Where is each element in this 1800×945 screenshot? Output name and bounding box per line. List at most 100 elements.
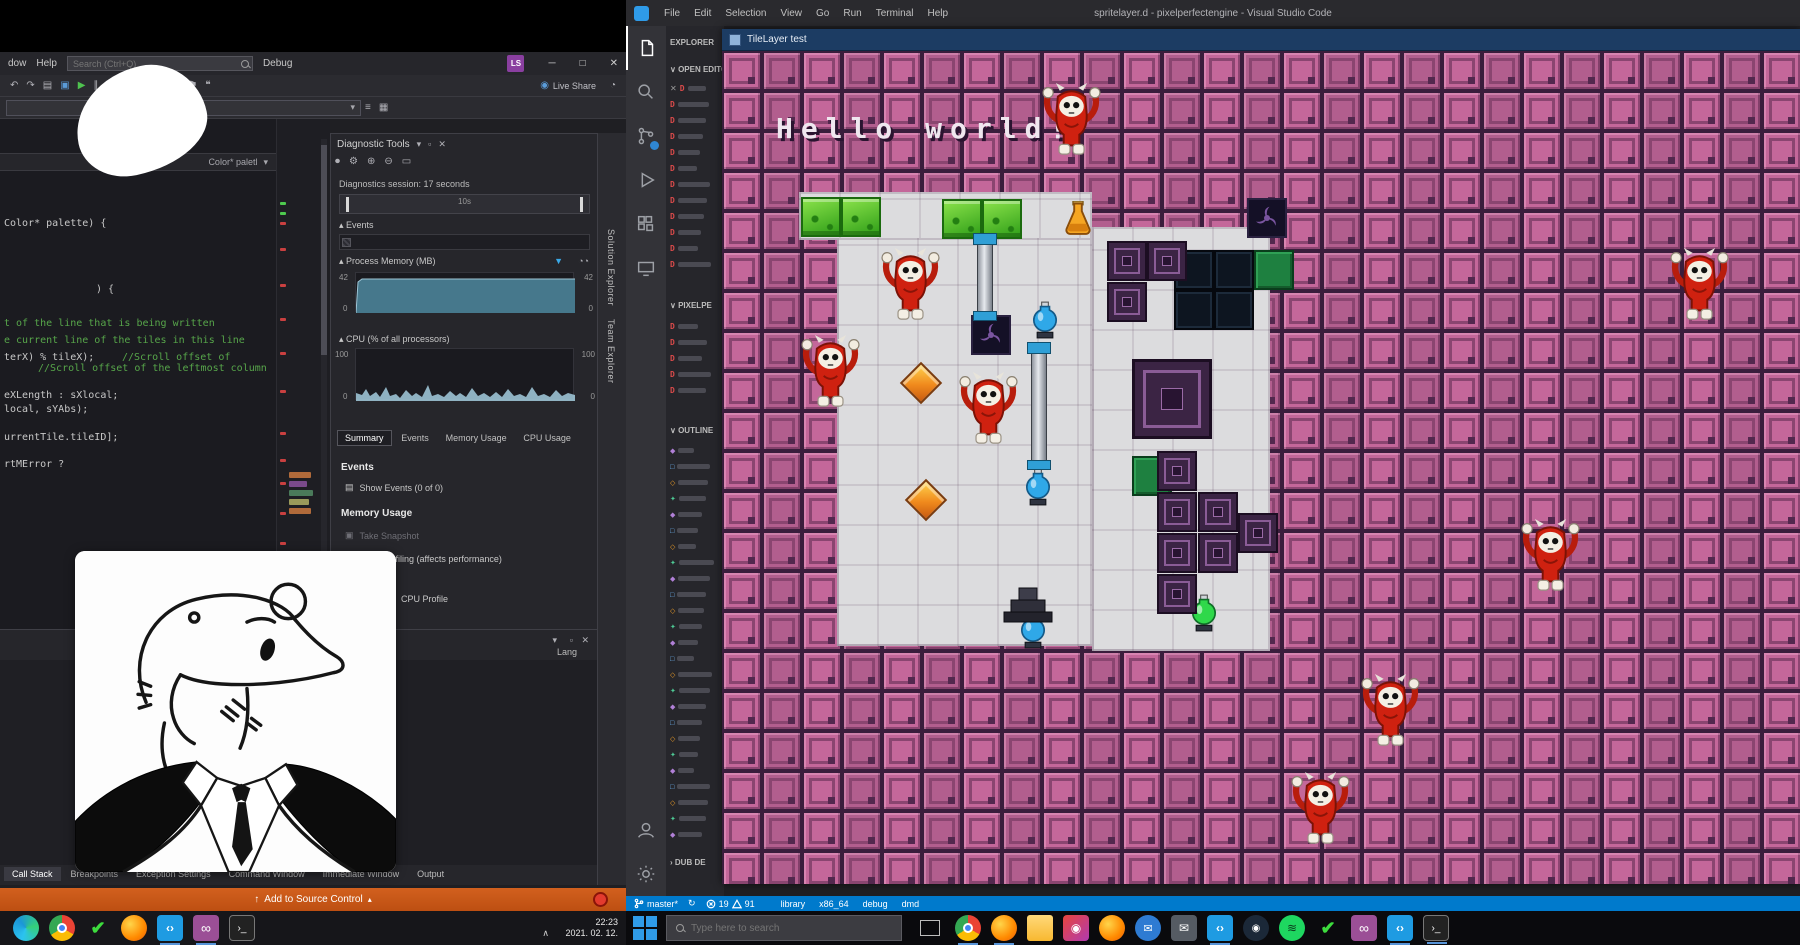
outline-header[interactable]: ∨ OUTLINE <box>670 426 713 435</box>
status-item-debug[interactable]: debug <box>863 899 888 909</box>
status-item-library[interactable]: library <box>781 899 806 909</box>
zoom-out-icon[interactable]: ⊖ <box>384 156 392 167</box>
timeline-handle-right[interactable] <box>580 197 583 212</box>
tray-expand-icon[interactable]: ∧ <box>542 928 549 938</box>
list-item[interactable]: ✦ <box>666 554 724 570</box>
record-icon[interactable]: ⏺ <box>335 156 340 167</box>
list-item[interactable]: □ <box>666 586 724 602</box>
maximize-icon[interactable]: □ <box>580 58 586 69</box>
memory-section-header[interactable]: ▴ Process Memory (MB) <box>339 256 436 267</box>
taskbar-app-icon-steam[interactable]: ◉ <box>1243 915 1269 941</box>
notification-icon[interactable] <box>593 892 608 907</box>
taskbar-app-icon-firefox-dev[interactable] <box>1099 915 1125 941</box>
list-item[interactable]: ◆ <box>666 506 724 522</box>
list-item[interactable]: D <box>666 382 724 398</box>
cpu-section-header[interactable]: ▴ CPU (% of all processors) <box>339 334 450 345</box>
toolbar-icon[interactable]: ≡ <box>365 102 371 113</box>
bell-icon[interactable]: ◔ <box>610 80 616 91</box>
bottom-tab-call-stack[interactable]: Call Stack <box>4 867 61 881</box>
float-window-icon[interactable]: ▫ <box>570 635 573 645</box>
game-viewport[interactable]: Hello world! <box>722 51 1800 884</box>
list-item[interactable]: ◆ <box>666 442 724 458</box>
menu-help[interactable]: Help <box>928 8 949 19</box>
cpu-profile-button[interactable]: CPU Profile <box>401 594 448 604</box>
tab-events[interactable]: Events <box>394 431 436 445</box>
vs-menu-window[interactable]: dow <box>8 58 26 69</box>
tab-solution-explorer[interactable]: Solution Explorer <box>606 229 616 306</box>
activity-source-control[interactable] <box>626 114 666 158</box>
list-item[interactable]: D <box>666 144 724 160</box>
list-item[interactable]: ◆ <box>666 762 724 778</box>
dub-dependencies-header[interactable]: › DUB DE <box>670 858 706 867</box>
gear-icon[interactable] <box>626 852 666 896</box>
list-item[interactable]: D <box>666 96 724 112</box>
tab-memory-usage[interactable]: Memory Usage <box>439 431 514 445</box>
menu-view[interactable]: View <box>781 8 803 19</box>
activity-remote-explorer[interactable] <box>626 246 666 290</box>
taskbar-app-icon-spotify[interactable]: ≋ <box>1279 915 1305 941</box>
list-item[interactable]: D <box>666 192 724 208</box>
list-item[interactable]: D <box>666 256 724 272</box>
list-item[interactable]: D <box>666 128 724 144</box>
take-snapshot-button[interactable]: ▣Take Snapshot <box>345 530 419 541</box>
activity-extensions[interactable] <box>626 202 666 246</box>
new-file-icon[interactable]: ▤ <box>43 80 52 91</box>
open-editors-header[interactable]: ∨ OPEN EDITORS <box>670 65 724 74</box>
list-item[interactable]: □ <box>666 778 724 794</box>
taskbar-app-icon-firefox[interactable] <box>121 915 147 941</box>
list-item[interactable]: ◇ <box>666 666 724 682</box>
activity-search[interactable] <box>626 70 666 114</box>
list-item[interactable]: D <box>666 112 724 128</box>
windows-search-box[interactable] <box>666 915 902 941</box>
list-item[interactable]: D <box>666 350 724 366</box>
menu-edit[interactable]: Edit <box>694 8 711 19</box>
settings-icon[interactable]: ⚙ <box>349 156 358 167</box>
list-item[interactable]: ◆ <box>666 634 724 650</box>
system-clock[interactable]: ∧ 22:23 2021. 02. 12. <box>542 917 618 939</box>
git-branch-item[interactable]: master* <box>634 898 678 909</box>
caret-up-icon[interactable]: ▴ <box>368 895 372 904</box>
chart-options-icon[interactable]: ◔◔ <box>578 256 589 266</box>
list-item[interactable]: ✦ <box>666 746 724 762</box>
diagnostics-timeline[interactable]: 10s <box>339 194 590 214</box>
menu-selection[interactable]: Selection <box>725 8 766 19</box>
activity-explorer[interactable] <box>626 26 666 70</box>
taskbar-app-icon-firefox[interactable] <box>991 915 1017 941</box>
list-item[interactable]: □ <box>666 714 724 730</box>
taskbar-app-icon-terminal[interactable]: ›_ <box>1423 915 1449 941</box>
taskbar-app-icon-visual-studio[interactable]: ∞ <box>193 915 219 941</box>
undo-icon[interactable]: ↶ <box>10 80 18 91</box>
reset-view-icon[interactable]: ▭ <box>402 156 411 167</box>
list-item[interactable]: ◆ <box>666 826 724 842</box>
game-title-bar[interactable]: TileLayer test <box>722 29 1800 51</box>
list-item[interactable]: □ <box>666 458 724 474</box>
chevron-down-icon[interactable]: ▾ <box>417 139 422 150</box>
start-button[interactable] <box>632 915 658 941</box>
tab-cpu-usage[interactable]: CPU Usage <box>516 431 578 445</box>
close-icon[interactable]: ✕ <box>670 84 677 93</box>
lang-column-header[interactable]: Lang <box>557 647 577 657</box>
windows-search-input[interactable] <box>691 923 871 934</box>
list-item[interactable]: ✦ <box>666 810 724 826</box>
list-item[interactable]: ✦ <box>666 618 724 634</box>
list-item[interactable]: D <box>666 318 724 334</box>
list-item[interactable]: ◇ <box>666 730 724 746</box>
status-item-x86_64[interactable]: x86_64 <box>819 899 849 909</box>
tab-summary[interactable]: Summary <box>337 430 392 446</box>
taskbar-app-icon-tortoise-check[interactable]: ✔ <box>1315 915 1341 941</box>
menu-go[interactable]: Go <box>816 8 829 19</box>
taskbar-app-icon-visual-studio[interactable]: ∞ <box>1351 915 1377 941</box>
toolbar-icon[interactable]: ▦ <box>379 102 388 113</box>
list-item[interactable]: D <box>666 366 724 382</box>
taskbar-app-icon-vscode[interactable]: ‹› <box>1387 915 1413 941</box>
chevron-down-icon[interactable]: ▾ <box>552 635 557 646</box>
vs-config-dropdown[interactable]: Debug <box>263 58 292 69</box>
show-events-link[interactable]: ▤Show Events (0 of 0) <box>345 482 443 493</box>
list-item[interactable]: D <box>666 208 724 224</box>
menu-terminal[interactable]: Terminal <box>876 8 914 19</box>
account-avatar[interactable]: LS <box>507 55 524 72</box>
list-item[interactable]: D <box>666 160 724 176</box>
taskbar-app-icon-vscode[interactable]: ‹› <box>157 915 183 941</box>
vs-menu-help[interactable]: Help <box>36 58 57 69</box>
taskbar-app-icon-chrome[interactable] <box>955 915 981 941</box>
